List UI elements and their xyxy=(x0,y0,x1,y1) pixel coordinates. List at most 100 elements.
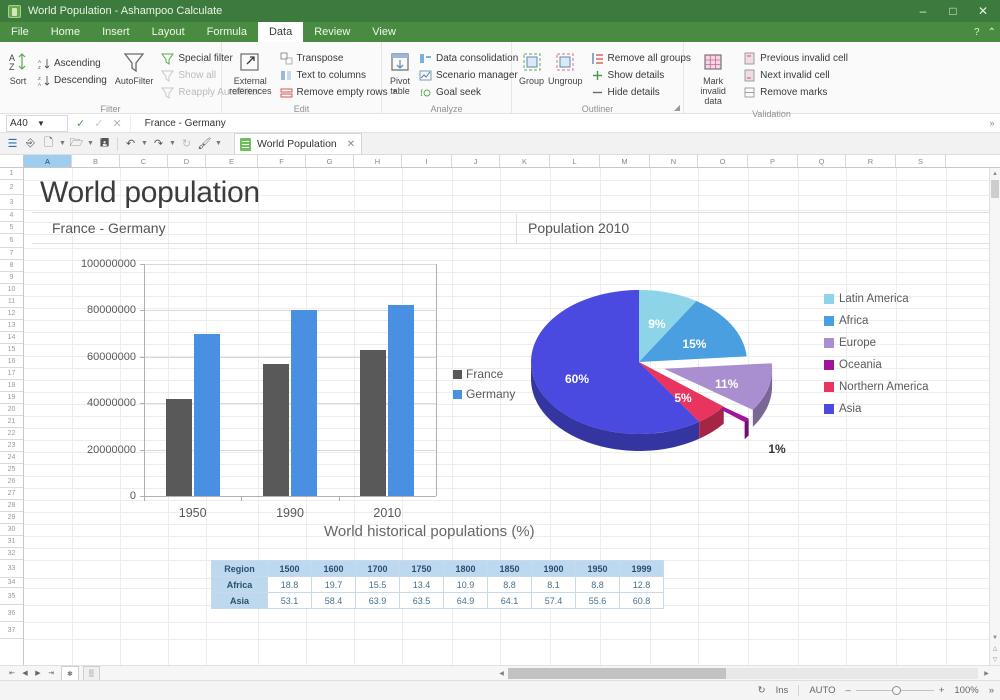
column-header-g[interactable]: G xyxy=(306,155,354,167)
sheet-tab-add[interactable]: ▒ xyxy=(82,666,100,680)
hide-details-button[interactable]: Hide details xyxy=(588,84,694,101)
refresh-icon[interactable]: ↻ xyxy=(758,685,766,696)
column-header-r[interactable]: R xyxy=(846,155,896,167)
table-cell[interactable]: 63.5 xyxy=(399,592,444,609)
row-header-34[interactable]: 34 xyxy=(0,578,23,588)
column-header-m[interactable]: M xyxy=(600,155,650,167)
pivot-table-button[interactable]: Pivot table xyxy=(388,47,412,98)
row-header-37[interactable]: 37 xyxy=(0,622,23,639)
column-header-h[interactable]: H xyxy=(354,155,402,167)
table-cell[interactable]: 8.8 xyxy=(575,576,620,593)
repeat-icon[interactable]: ↻ xyxy=(178,135,195,153)
table-cell[interactable]: 53.1 xyxy=(267,592,312,609)
previous-sheet-button[interactable]: ◀ xyxy=(19,667,31,679)
scenario-manager-button[interactable]: Scenario manager xyxy=(416,67,521,84)
scroll-up-button[interactable]: ▲ xyxy=(990,168,1000,179)
outliner-dialog-launcher[interactable]: ◢ xyxy=(674,103,680,112)
column-header-i[interactable]: I xyxy=(402,155,452,167)
table-cell[interactable]: 60.8 xyxy=(619,592,664,609)
help-icon[interactable]: ? xyxy=(974,27,980,38)
ungroup-button[interactable]: Ungroup xyxy=(547,47,584,88)
status-expand-icon[interactable]: » xyxy=(989,685,994,696)
table-row-label[interactable]: Africa xyxy=(211,576,268,593)
table-header-1750[interactable]: 1750 xyxy=(399,560,444,577)
table-cell[interactable]: 57.4 xyxy=(531,592,576,609)
goal-seek-button[interactable]: f Goal seek xyxy=(416,84,521,101)
row-header-30[interactable]: 30 xyxy=(0,524,23,536)
row-header-15[interactable]: 15 xyxy=(0,344,23,356)
tab-review[interactable]: Review xyxy=(303,22,361,42)
tab-view[interactable]: View xyxy=(361,22,407,42)
new-dropdown-icon[interactable]: ▼ xyxy=(58,135,67,153)
first-sheet-button[interactable]: ⇤ xyxy=(6,667,18,679)
row-header-10[interactable]: 10 xyxy=(0,284,23,296)
tab-insert[interactable]: Insert xyxy=(91,22,141,42)
redo-icon[interactable]: ↷ xyxy=(150,135,167,153)
row-header-11[interactable]: 11 xyxy=(0,296,23,308)
table-cell[interactable]: 10.9 xyxy=(443,576,488,593)
row-header-14[interactable]: 14 xyxy=(0,332,23,344)
row-header-17[interactable]: 17 xyxy=(0,368,23,380)
bar-france-1990[interactable] xyxy=(263,364,289,496)
formula-expand-icon[interactable]: » xyxy=(984,118,1000,128)
row-header-19[interactable]: 19 xyxy=(0,392,23,404)
row-header-1[interactable]: 1 xyxy=(0,168,23,180)
calc-mode-label[interactable]: AUTO xyxy=(809,685,835,696)
open-dropdown-icon[interactable]: ▼ xyxy=(86,135,95,153)
row-header-8[interactable]: 8 xyxy=(0,260,23,272)
table-cell[interactable]: 8.1 xyxy=(531,576,576,593)
table-cell[interactable]: 64.9 xyxy=(443,592,488,609)
row-header-3[interactable]: 3 xyxy=(0,195,23,210)
confirm-icon[interactable]: ✓ xyxy=(94,117,103,130)
bar-germany-2010[interactable] xyxy=(388,305,415,496)
table-cell[interactable]: 12.8 xyxy=(619,576,664,593)
minimize-button[interactable]: – xyxy=(908,0,938,22)
row-header-5[interactable]: 5 xyxy=(0,222,23,234)
zoom-level-label[interactable]: 100% xyxy=(954,685,978,696)
row-header-25[interactable]: 25 xyxy=(0,464,23,476)
bar-germany-1990[interactable] xyxy=(291,309,317,496)
function-icon[interactable]: ✓ xyxy=(76,117,85,130)
tab-file[interactable]: File xyxy=(0,22,40,42)
maximize-button[interactable]: □ xyxy=(938,0,968,22)
paint-icon[interactable]: 🖌 xyxy=(196,135,213,153)
document-tab[interactable]: World Population ✕ xyxy=(234,133,363,154)
row-header-9[interactable]: 9 xyxy=(0,272,23,284)
row-header-12[interactable]: 12 xyxy=(0,308,23,320)
column-header-p[interactable]: P xyxy=(748,155,798,167)
sort-button[interactable]: A Z Sort xyxy=(6,47,30,88)
world-historical-populations-table[interactable]: Region 1500 1600 1700 1750 1800 1850 1900 1950 19… xyxy=(211,560,664,609)
vertical-scroll-thumb[interactable] xyxy=(991,180,999,198)
collapse-ribbon-icon[interactable]: ⌃ xyxy=(988,27,996,38)
table-cell[interactable]: 64.1 xyxy=(487,592,532,609)
redo-dropdown-icon[interactable]: ▼ xyxy=(168,135,177,153)
show-details-button[interactable]: Show details xyxy=(588,67,694,84)
bar-france-1950[interactable] xyxy=(165,399,192,496)
tab-home[interactable]: Home xyxy=(40,22,91,42)
autofilter-button[interactable]: AutoFilter xyxy=(114,47,155,88)
population-2010-pie-chart[interactable]: 9% 15% 11% 1% 5% 60% xyxy=(504,260,824,490)
row-header-28[interactable]: 28 xyxy=(0,500,23,512)
external-references-button[interactable]: External references xyxy=(228,47,273,98)
bar-france-2010[interactable] xyxy=(360,349,387,496)
table-header-1850[interactable]: 1850 xyxy=(487,560,532,577)
column-header-f[interactable]: F xyxy=(258,155,306,167)
table-row-label[interactable]: Asia xyxy=(211,592,268,609)
descending-button[interactable]: Z A Descending xyxy=(34,72,110,89)
horizontal-scroll-thumb[interactable] xyxy=(508,667,726,679)
table-header-region[interactable]: Region xyxy=(211,560,268,577)
table-header-1700[interactable]: 1700 xyxy=(355,560,400,577)
name-box[interactable]: A40 ▼ xyxy=(6,114,68,132)
column-header-j[interactable]: J xyxy=(452,155,500,167)
sheet-canvas[interactable]: World population France - Germany Popula… xyxy=(24,168,1000,665)
zoom-slider[interactable]: – + xyxy=(846,685,945,696)
table-cell[interactable]: 19.7 xyxy=(311,576,356,593)
remove-all-groups-button[interactable]: Remove all groups xyxy=(588,50,694,67)
close-icon[interactable]: ✕ xyxy=(347,139,355,150)
split-down-button[interactable]: ▽ xyxy=(990,654,1000,665)
row-header-31[interactable]: 31 xyxy=(0,536,23,548)
next-sheet-button[interactable]: ▶ xyxy=(32,667,44,679)
scroll-right-button[interactable]: ▶ xyxy=(981,668,992,679)
table-cell[interactable]: 15.5 xyxy=(355,576,400,593)
row-header-20[interactable]: 20 xyxy=(0,404,23,416)
